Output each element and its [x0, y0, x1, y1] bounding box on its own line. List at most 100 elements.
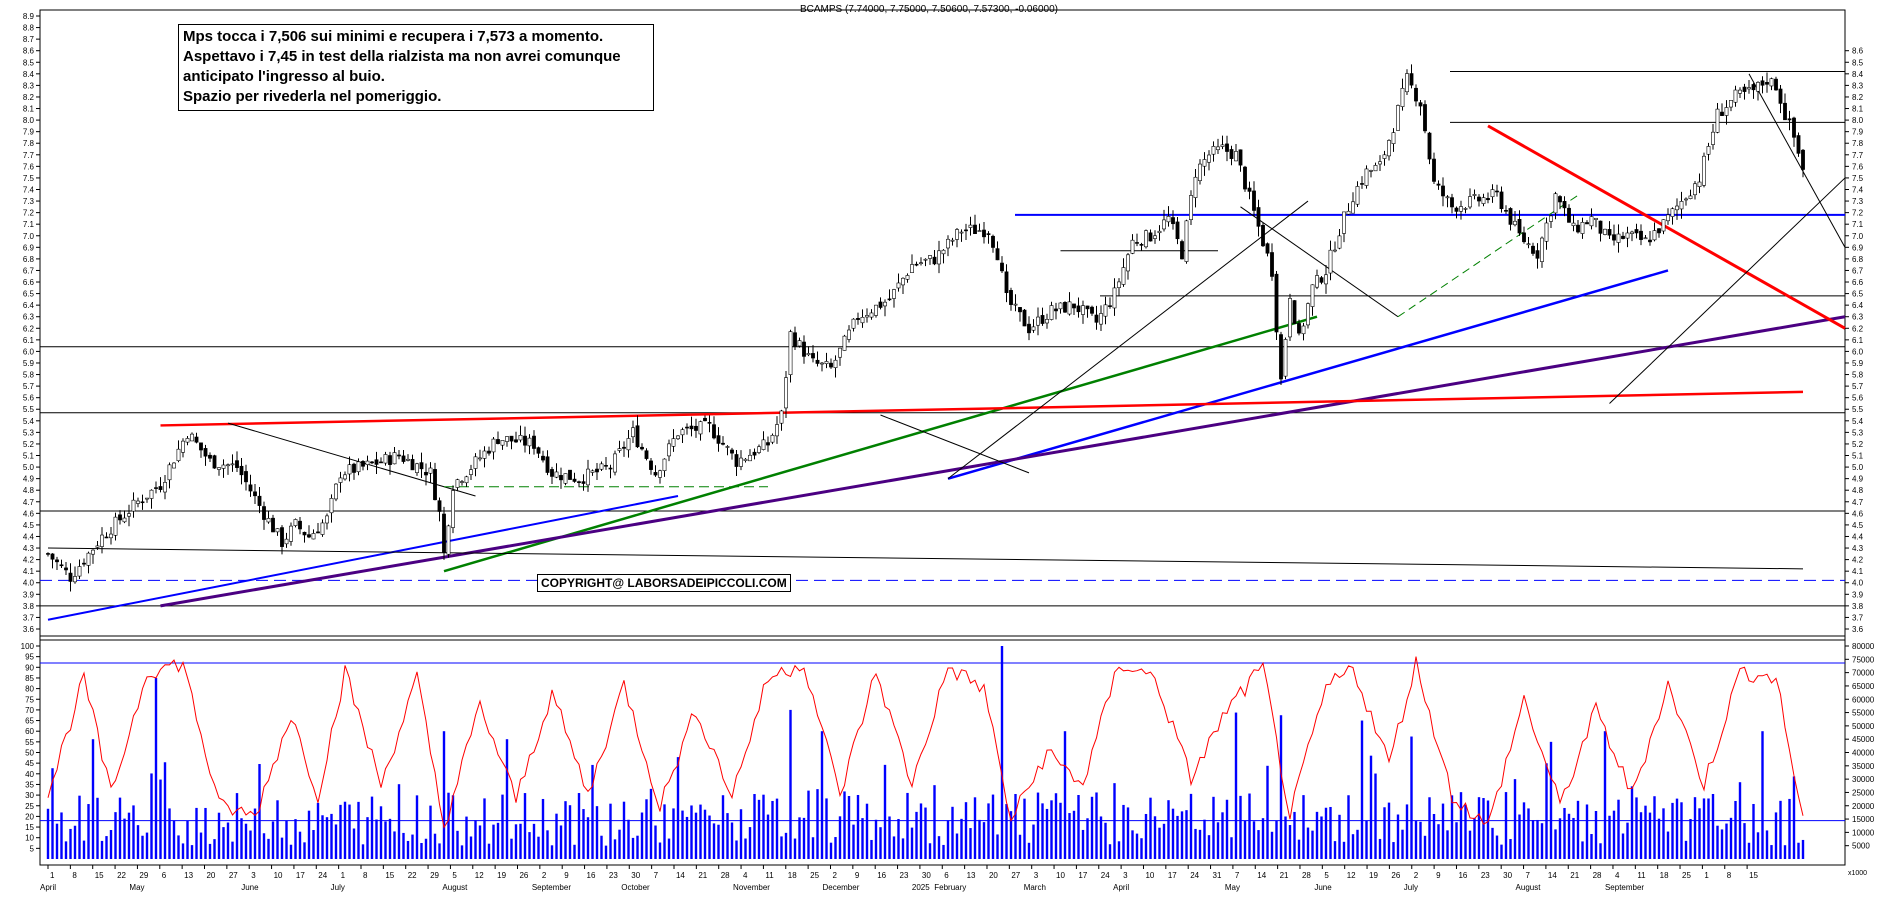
candle-body — [1229, 149, 1234, 159]
volume-bar — [60, 812, 63, 859]
candle-body — [1319, 277, 1324, 283]
candle-body — [226, 464, 230, 467]
volume-bar — [1405, 804, 1409, 859]
volume-bar — [478, 825, 482, 859]
candle-body — [1198, 163, 1202, 181]
price-tick-label: 7.7 — [23, 151, 35, 160]
x-day-label: 22 — [408, 871, 417, 880]
price-tick-label: 8.1 — [23, 105, 35, 114]
candle-body — [212, 455, 217, 469]
vol-tick-label: 70000 — [1852, 669, 1875, 678]
volume-bar — [46, 808, 50, 859]
candle-body — [1706, 146, 1711, 155]
candle-body — [1166, 216, 1171, 223]
volume-bar — [685, 816, 689, 859]
candle-body — [230, 463, 235, 466]
volume-bar — [1086, 818, 1089, 859]
x-day-label: 24 — [1190, 871, 1199, 880]
candle-body — [1193, 176, 1198, 198]
price-right-tick-label: 7.6 — [1852, 162, 1864, 171]
price-right-tick-label: 5.0 — [1852, 463, 1864, 472]
candle-body — [1612, 234, 1616, 241]
x-day-label: 11 — [765, 871, 774, 880]
candle-body — [1364, 168, 1369, 186]
x-day-label: 20 — [989, 871, 998, 880]
candle-body — [1751, 84, 1756, 91]
volume-bar — [1612, 810, 1616, 859]
volume-bar — [1716, 825, 1719, 859]
candle-body — [1607, 229, 1612, 236]
volume-bar — [231, 841, 234, 859]
price-right-tick-label: 7.2 — [1852, 209, 1864, 218]
candle-body — [1499, 191, 1504, 210]
candle-body — [442, 513, 446, 553]
volume-bar — [811, 837, 815, 859]
x-day-label: 19 — [497, 871, 506, 880]
candle-body — [1643, 237, 1648, 240]
candle-body — [1486, 198, 1490, 201]
price-tick-label: 7.9 — [23, 128, 35, 137]
volume-bar — [132, 805, 135, 859]
volume-bar — [222, 827, 225, 859]
candle-body — [1328, 249, 1333, 274]
price-tick-label: 5.4 — [23, 417, 35, 426]
x-day-label: 24 — [318, 871, 327, 880]
candle-body — [73, 576, 77, 583]
x-day-label: 27 — [229, 871, 238, 880]
volume-bar — [829, 842, 833, 859]
candle-body — [586, 468, 590, 486]
x-day-label: 25 — [810, 871, 819, 880]
osc-tick-label: 80 — [25, 685, 34, 694]
candle-body — [55, 559, 59, 563]
volume-bar — [681, 810, 684, 859]
price-right-tick-label: 6.2 — [1852, 324, 1864, 333]
volume-bar — [523, 793, 527, 859]
price-tick-label: 8.5 — [23, 58, 35, 67]
volume-bar — [1261, 818, 1265, 859]
candle-body — [388, 455, 392, 465]
volume-bar — [1117, 841, 1121, 859]
x-day-label: 23 — [1481, 871, 1490, 880]
volume-bar — [213, 839, 216, 859]
volume-bar — [1477, 797, 1481, 859]
volume-bar — [123, 818, 126, 859]
volume-bar — [721, 795, 725, 859]
volume-bar — [546, 830, 549, 859]
candle-body — [671, 438, 676, 447]
x-day-label: 25 — [1682, 871, 1691, 880]
candle-body — [172, 462, 176, 469]
volume-bar — [1356, 829, 1359, 859]
candle-body — [1373, 165, 1378, 172]
volume-bar — [1171, 808, 1175, 859]
volume-bar — [1104, 822, 1107, 859]
volume-bar — [726, 813, 729, 859]
candle-body — [1081, 305, 1085, 315]
candle-body — [311, 533, 316, 540]
candle-body — [1432, 158, 1436, 182]
price-right-tick-label: 8.4 — [1852, 70, 1864, 79]
candle-body — [1130, 239, 1135, 254]
volume-bar — [1306, 827, 1310, 859]
price-tick-label: 4.0 — [23, 579, 35, 588]
candle-body — [433, 469, 437, 501]
candle-body — [694, 425, 698, 431]
candle-body — [1792, 117, 1796, 138]
candle-body — [1247, 187, 1252, 192]
volume-bar — [708, 815, 711, 859]
candle-body — [509, 435, 514, 442]
candle-body — [1760, 80, 1765, 86]
volume-bar — [1023, 798, 1026, 859]
x-day-label: 21 — [698, 871, 707, 880]
candle-body — [640, 446, 644, 450]
price-tick-label: 4.3 — [23, 544, 35, 553]
volume-bar — [1036, 792, 1040, 859]
candle-body — [1774, 78, 1778, 91]
candle-body — [523, 435, 527, 446]
volume-bar — [1297, 839, 1301, 859]
volume-bar — [1464, 804, 1467, 859]
price-right-tick-label: 3.9 — [1852, 590, 1864, 599]
volume-bar — [825, 798, 828, 859]
candle-body — [334, 483, 338, 500]
volume-bar — [235, 793, 239, 859]
volume-bar — [667, 838, 671, 859]
